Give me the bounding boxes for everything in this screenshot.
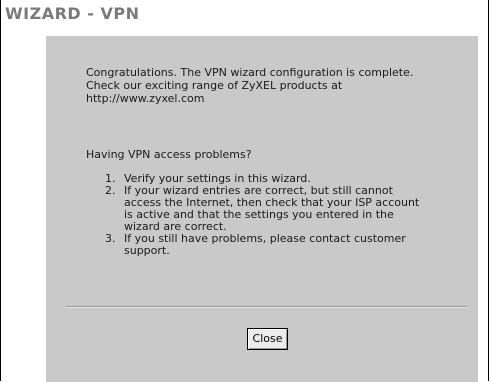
wizard-window: WIZARD - VPN Congratulations. The VPN wi… <box>0 0 489 382</box>
list-item: 3. If you still have problems, please co… <box>105 233 425 257</box>
completion-text: Congratulations. The VPN wizard configur… <box>86 66 414 79</box>
help-question: Having VPN access problems? <box>86 148 252 161</box>
list-item: 2. If your wizard entries are correct, b… <box>105 185 425 233</box>
troubleshooting-steps: 1. Verify your settings in this wizard. … <box>105 173 425 257</box>
wizard-panel: Congratulations. The VPN wizard configur… <box>46 36 478 382</box>
product-link-text: Check our exciting range of ZyXEL produc… <box>86 79 343 105</box>
page-title: WIZARD - VPN <box>5 4 140 23</box>
completion-message: Congratulations. The VPN wizard configur… <box>86 66 426 105</box>
close-button[interactable]: Close <box>247 328 288 350</box>
step-text: If you still have problems, please conta… <box>124 232 406 257</box>
step-text: If your wizard entries are correct, but … <box>124 184 420 233</box>
step-number: 2. <box>105 184 116 197</box>
step-number: 3. <box>105 232 116 245</box>
divider <box>65 306 467 308</box>
